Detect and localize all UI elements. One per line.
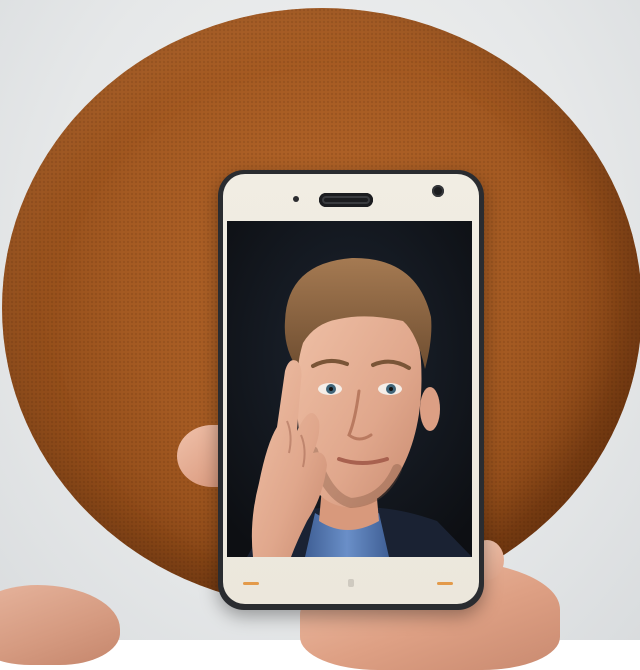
earpiece-speaker xyxy=(319,193,373,207)
menu-key-icon[interactable] xyxy=(437,582,453,585)
right-pupil xyxy=(389,387,393,391)
left-pupil xyxy=(329,387,333,391)
smartphone xyxy=(218,170,484,610)
photo-scene xyxy=(0,0,640,670)
proximity-sensor-icon xyxy=(293,196,299,202)
back-key-icon[interactable] xyxy=(243,582,259,585)
phone-screen[interactable] xyxy=(227,221,472,557)
right-ear xyxy=(420,387,440,431)
home-key-icon[interactable] xyxy=(348,579,354,587)
front-camera-icon xyxy=(432,185,444,197)
portrait-photo xyxy=(227,221,472,557)
phone-front-panel xyxy=(223,174,479,604)
